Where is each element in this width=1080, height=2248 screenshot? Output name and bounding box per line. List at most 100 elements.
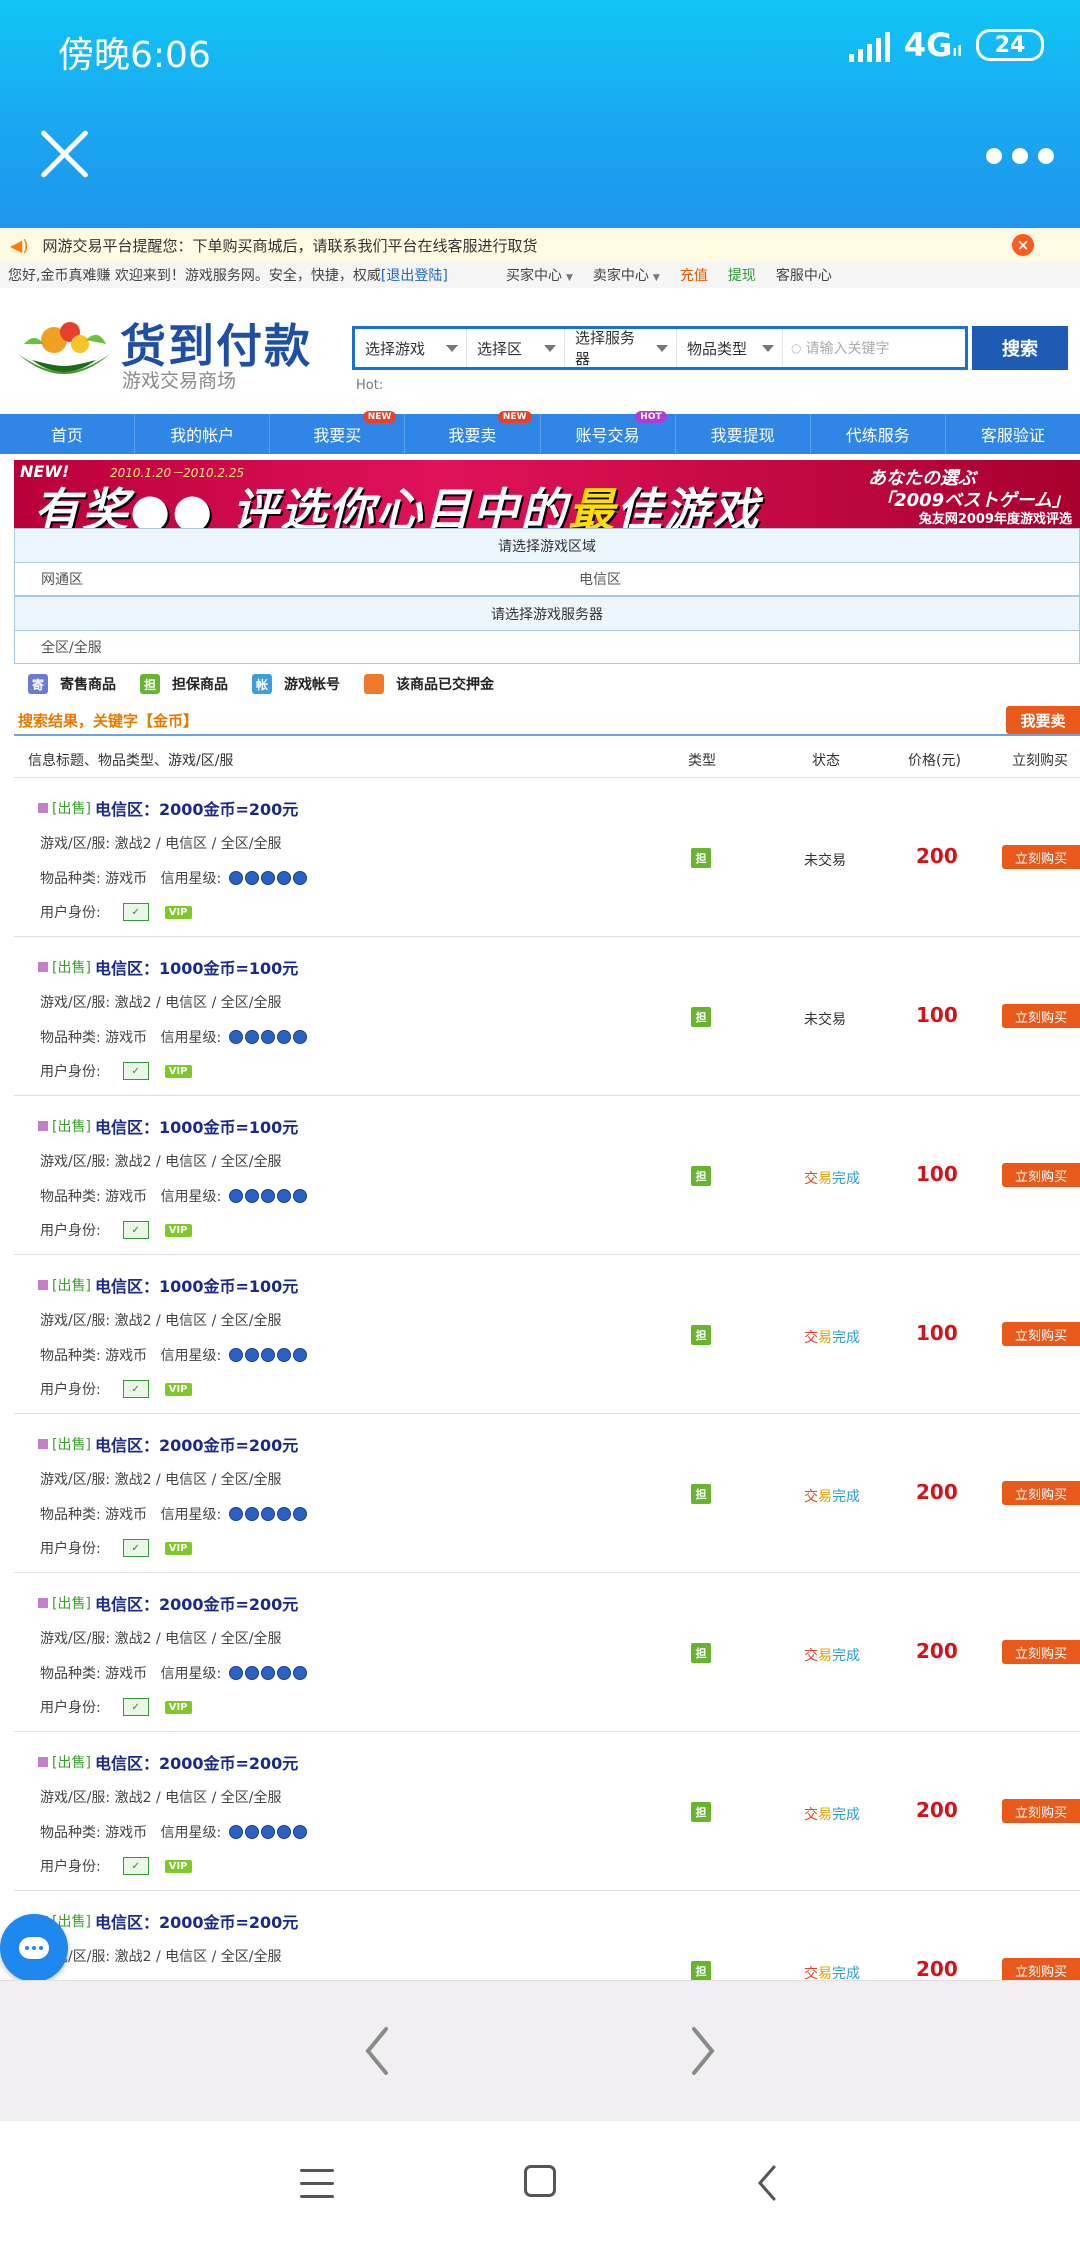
- nav-item-home[interactable]: 首页: [0, 414, 136, 454]
- listing-title[interactable]: [出售] 电信区：2000金币=200元: [38, 1750, 298, 1774]
- select-server[interactable]: 选择服务器: [565, 329, 677, 368]
- buy-now-button[interactable]: 立刻购买: [1002, 1481, 1080, 1505]
- chat-button[interactable]: [0, 1914, 68, 1982]
- credit-stars-icon: [229, 1348, 308, 1362]
- listing-title[interactable]: [出售] 电信区：1000金币=100元: [38, 955, 298, 979]
- price: 200: [916, 1639, 958, 1663]
- credit-stars-icon: [229, 871, 308, 885]
- promo-banner[interactable]: NEW! 2010.1.20－2010.2.25 有奖●● 评选你心目中的最佳游…: [14, 460, 1080, 528]
- table-row[interactable]: [出售] 电信区：2000金币=200元游戏/区/服: 激战2 / 电信区 / 全…: [14, 1573, 1080, 1732]
- nav-item-verify[interactable]: 客服验证: [946, 414, 1080, 454]
- bullet-icon: [38, 962, 48, 972]
- table-row[interactable]: [出售] 电信区：2000金币=200元 游戏/区/服: 激战2 / 电信区 / 全…: [14, 778, 1080, 937]
- buy-now-button[interactable]: 立刻购买: [1002, 1799, 1080, 1823]
- banner-headline: 有奖●● 评选你心目中的最佳游戏: [34, 483, 761, 528]
- nav-item-account[interactable]: 我的帐户: [135, 414, 271, 454]
- logout-link[interactable]: [退出登陆]: [381, 265, 448, 285]
- col-status: 状态: [812, 753, 840, 769]
- buy-now-button[interactable]: 立刻购买: [1002, 1004, 1080, 1028]
- server-selector: 请选择游戏服务器 全区/全服: [14, 596, 1080, 664]
- listing-title-text[interactable]: 电信区：2000金币=200元: [95, 1591, 298, 1615]
- menu-icon[interactable]: [300, 2169, 334, 2208]
- table-row[interactable]: [出售] 电信区：2000金币=200元 游戏/区/服: 激战2 / 电信区 / 全…: [14, 1414, 1080, 1573]
- listing-title[interactable]: [出售] 电信区：2000金币=200元: [38, 796, 298, 820]
- listing-title[interactable]: [出售] 电信区：1000金币=100元: [38, 1114, 298, 1138]
- guarantee-icon: 担: [140, 674, 160, 694]
- nav-item-buy[interactable]: 我要买 NEW: [270, 411, 406, 454]
- server-option-all[interactable]: 全区/全服: [41, 637, 102, 657]
- col-buy: 立刻购买: [1012, 753, 1068, 769]
- withdraw-link[interactable]: 提现: [728, 265, 756, 285]
- buy-now-button[interactable]: 立刻购买: [1002, 1640, 1080, 1664]
- listing-game: 游戏/区/服: 激战2 / 电信区 / 全区/全服: [40, 1631, 282, 1647]
- listing-title-text[interactable]: 电信区：2000金币=200元: [95, 1909, 298, 1933]
- welcome-text: 您好,金币真难赚 欢迎来到！游戏服务网。安全，快捷，权威: [8, 268, 381, 284]
- service-center-link[interactable]: 客服中心: [776, 265, 832, 285]
- listing-kind: 物品种类: 游戏币 信用星级:: [40, 1504, 308, 1524]
- vip-badge: VIP: [164, 1859, 192, 1873]
- search-input[interactable]: ○ 请输入关键字: [783, 329, 965, 367]
- select-item-type[interactable]: 物品类型: [677, 329, 783, 367]
- table-row[interactable]: [出售] 电信区：1000金币=100元 游戏/区/服: 激战2 / 电信区 / 全…: [14, 937, 1080, 1096]
- table-row[interactable]: [出售] 电信区：2000金币=200元 游戏/区/服: 激战2 / 电信区 / 全…: [14, 1891, 1080, 1980]
- listing-title[interactable]: [出售] 电信区：2000金币=200元: [38, 1432, 298, 1456]
- listing-title[interactable]: [出售] 电信区：2000金币=200元: [38, 1909, 298, 1933]
- table-row[interactable]: [出售] 电信区：1000金币=100元游戏/区/服: 激战2 / 电信区 / 全…: [14, 1255, 1080, 1414]
- col-type: 类型: [688, 753, 716, 769]
- recharge-link[interactable]: 充值: [680, 265, 708, 285]
- listing-title-text[interactable]: 电信区：2000金币=200元: [95, 1750, 298, 1774]
- site-logo[interactable]: 货到付款 游戏交易商场: [14, 310, 314, 392]
- notice-bar: ◀) 网游交易平台提醒您：下单购买商城后，请联系我们平台在线客服进行取货 ×: [0, 228, 1080, 262]
- nav-item-leveling[interactable]: 代练服务: [811, 414, 946, 454]
- listing-title-text[interactable]: 电信区：1000金币=100元: [95, 1273, 298, 1297]
- notice-close-icon[interactable]: ×: [1012, 234, 1034, 256]
- bullet-icon: [38, 1757, 48, 1767]
- zone-option-telecom[interactable]: 电信区: [579, 569, 621, 589]
- legend-consignment: 寄寄售商品: [28, 674, 116, 694]
- more-options-icon[interactable]: [986, 148, 1054, 164]
- sell-button[interactable]: 我要卖: [1006, 706, 1080, 734]
- buy-now-button[interactable]: 立刻购买: [1002, 845, 1080, 869]
- buy-now-button[interactable]: 立刻购买: [1002, 1322, 1080, 1346]
- listing-title-text[interactable]: 电信区：1000金币=100元: [95, 1114, 298, 1138]
- server-options: 全区/全服: [15, 631, 1079, 663]
- listing-title-text[interactable]: 电信区：1000金币=100元: [95, 955, 298, 979]
- forward-page-icon[interactable]: [682, 2025, 722, 2077]
- price: 100: [916, 1003, 958, 1027]
- listing-title-text[interactable]: 电信区：2000金币=200元: [95, 796, 298, 820]
- listing-user: 用户身份: ✓ VIP: [40, 1538, 192, 1558]
- listing-title[interactable]: [出售] 电信区：1000金币=100元: [38, 1273, 298, 1297]
- select-zone[interactable]: 选择区: [467, 329, 565, 367]
- welcome-bar: 您好,金币真难赚 欢迎来到！游戏服务网。安全，快捷，权威 [退出登陆] 买家中心…: [0, 262, 1080, 288]
- buyer-center-menu[interactable]: 买家中心 ▼: [506, 265, 573, 285]
- nav-item-withdraw[interactable]: 我要提现: [676, 414, 811, 454]
- buy-now-button[interactable]: 立刻购买: [1002, 1958, 1080, 1980]
- listing-game: 游戏/区/服: 激战2 / 电信区 / 全区/全服: [40, 1154, 282, 1170]
- status-text: 未交易: [804, 1012, 846, 1028]
- listing-title-text[interactable]: 电信区：2000金币=200元: [95, 1432, 298, 1456]
- browser-bottom-bar: [0, 1980, 1080, 2120]
- signal-icon: [848, 28, 890, 62]
- status-text: 交易完成: [804, 1648, 860, 1664]
- nav-item-sell[interactable]: 我要卖 NEW: [405, 411, 541, 454]
- zone-option-netcom[interactable]: 网通区: [41, 569, 83, 589]
- seller-center-menu[interactable]: 卖家中心 ▼: [593, 265, 660, 285]
- select-game[interactable]: 选择游戏: [355, 329, 467, 367]
- table-row[interactable]: [出售] 电信区：2000金币=200元 游戏/区/服: 激战2 / 电信区 / 全…: [14, 1732, 1080, 1891]
- table-row[interactable]: [出售] 电信区：1000金币=100元游戏/区/服: 激战2 / 电信区 / 全…: [14, 1096, 1080, 1255]
- consignment-icon: 寄: [28, 674, 48, 694]
- id-verified-icon: ✓: [122, 903, 149, 921]
- back-page-icon[interactable]: [358, 2025, 398, 2077]
- search-bar: 选择游戏 选择区 选择服务器 物品类型 ○ 请输入关键字: [352, 326, 968, 370]
- buy-now-button[interactable]: 立刻购买: [1002, 1163, 1080, 1187]
- legend: 寄寄售商品 担担保商品 帐游戏帐号 该商品已交押金: [28, 672, 518, 696]
- listing-kind: 物品种类: 游戏币 信用星级:: [40, 868, 308, 888]
- guarantee-type-icon: 担: [691, 1802, 711, 1822]
- search-button[interactable]: 搜索: [972, 326, 1068, 370]
- listing-title[interactable]: [出售] 电信区：2000金币=200元: [38, 1591, 298, 1615]
- close-icon[interactable]: [36, 126, 92, 182]
- nav-item-account-trade[interactable]: 账号交易 HOT: [541, 411, 676, 454]
- back-icon[interactable]: [752, 2163, 782, 2203]
- home-icon[interactable]: [524, 2165, 556, 2197]
- listing-game: 游戏/区/服: 激战2 / 电信区 / 全区/全服: [40, 1313, 282, 1329]
